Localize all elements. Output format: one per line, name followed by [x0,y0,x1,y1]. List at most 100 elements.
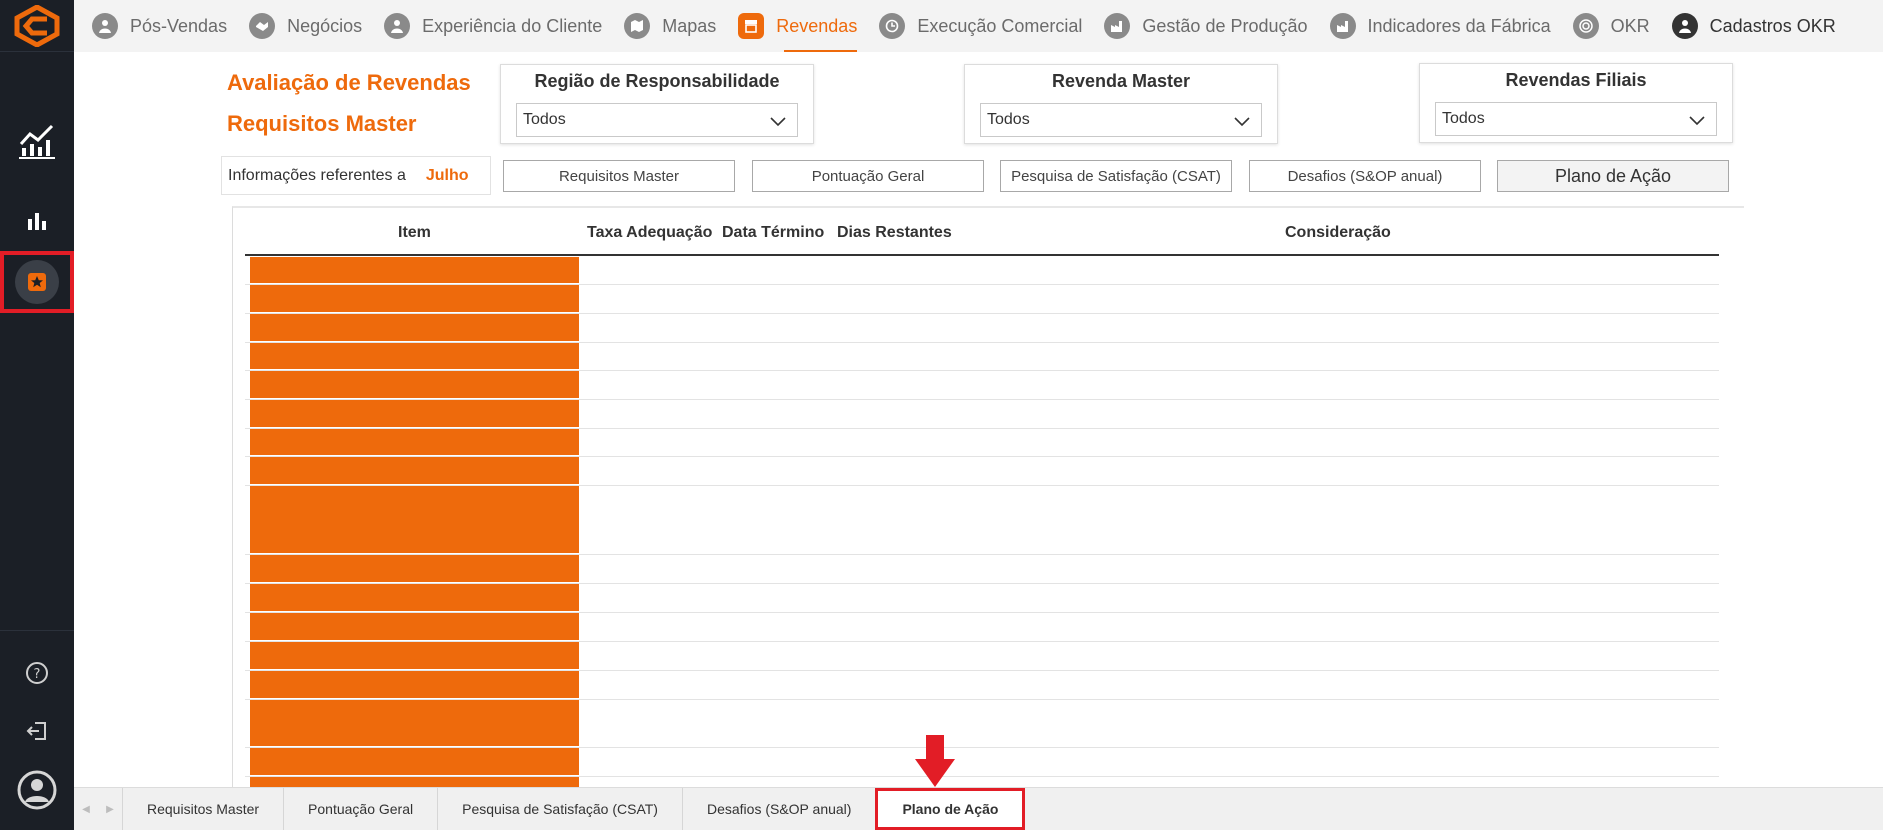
item-cell [250,285,579,313]
table-row[interactable] [245,613,1719,642]
tab-desafios[interactable]: Desafios (S&OP anual) [1249,160,1481,192]
item-cell [250,700,579,747]
map-icon [624,13,651,39]
filter-label: Região de Responsabilidade [534,71,780,91]
column-header-consideracao: Consideração [1285,224,1391,241]
table-row[interactable] [245,400,1719,429]
chevron-down-icon [770,117,786,127]
page-tab-requisitos-master[interactable]: Requisitos Master [122,788,283,830]
menu-execucao-comercial[interactable]: Execução Comercial [879,0,1082,52]
dropdown-value: Todos [987,111,1030,128]
user-avatar-icon[interactable] [0,768,74,812]
page-tab-pesquisa-satisfacao[interactable]: Pesquisa de Satisfação (CSAT) [437,788,682,830]
top-menu: Pós-Vendas Negócios Experiência do Clien… [74,0,1883,52]
item-cell [250,584,579,612]
column-header-data-termino: Data Término [722,224,825,241]
left-sidebar: ? [0,0,74,830]
table-row[interactable] [245,584,1719,613]
person-icon [384,13,411,39]
logout-icon[interactable] [0,716,74,746]
target-icon [1572,13,1599,39]
table-row[interactable] [245,257,1719,285]
info-month: Julho [425,166,469,184]
column-header-dias-restantes: Dias Restantes [837,224,952,241]
table-row[interactable] [245,555,1719,584]
filter-revendas-filiais: Revendas Filiais Todos [1419,63,1733,143]
table-row[interactable] [245,457,1719,486]
page-tab-pontuacao-geral[interactable]: Pontuação Geral [283,788,437,830]
page-title: Avaliação de Revendas [227,70,471,95]
menu-label: Gestão de Produção [1142,15,1308,36]
clock-icon [879,13,906,39]
filter-label: Revendas Filiais [1505,70,1647,90]
store-icon [738,13,765,39]
dropdown-value: Todos [1442,110,1485,127]
menu-gestao-producao[interactable]: Gestão de Produção [1104,0,1308,52]
user-icon [1671,13,1698,39]
tab-requisitos-master[interactable]: Requisitos Master [503,160,735,192]
menu-pos-vendas[interactable]: Pós-Vendas [92,0,227,52]
table-row[interactable] [245,748,1719,777]
person-icon [92,13,118,39]
table-row[interactable] [245,642,1719,671]
table-row[interactable] [245,700,1719,748]
menu-experiencia-cliente[interactable]: Experiência do Cliente [384,0,602,52]
menu-label: Cadastros OKR [1709,15,1836,36]
table-row[interactable] [245,777,1719,787]
filter-label: Revenda Master [1051,71,1191,91]
revenda-master-dropdown[interactable]: Todos [980,103,1262,137]
table-row[interactable] [245,285,1719,314]
factory-icon [1329,13,1356,39]
item-cell [250,400,579,428]
chevron-down-icon [1689,116,1705,126]
tab-pontuacao-geral[interactable]: Pontuação Geral [752,160,984,192]
info-reference-month: Informações referentes a Julho [221,156,491,195]
item-cell [250,314,579,342]
dropdown-value: Todos [523,111,566,128]
menu-revendas[interactable]: Revendas [738,0,858,52]
line-chart-icon[interactable] [0,115,74,165]
sidebar-item-revendas-active[interactable] [0,251,74,313]
menu-negocios[interactable]: Negócios [249,0,362,52]
item-cell [250,486,579,554]
page-subtitle: Requisitos Master [227,111,417,136]
table-row[interactable] [245,314,1719,343]
tab-plano-de-acao[interactable]: Plano de Ação [1497,160,1729,192]
table-row[interactable] [245,343,1719,371]
filter-revenda-master: Revenda Master Todos [964,64,1278,144]
table-row[interactable] [245,371,1719,400]
page-tab-desafios[interactable]: Desafios (S&OP anual) [681,788,875,830]
filter-regiao: Região de Responsabilidade Todos [500,64,814,144]
item-cell [250,642,579,670]
active-nav-circle [15,260,59,304]
chevron-left-icon[interactable]: ◀ [82,804,90,815]
page-tab-plano-de-acao[interactable]: Plano de Ação [875,788,1026,830]
menu-label: Experiência do Cliente [422,15,603,36]
app-logo-icon[interactable] [0,0,74,52]
regiao-dropdown[interactable]: Todos [516,103,798,137]
column-header-item: Item [398,224,431,241]
item-cell [250,257,579,284]
chevron-down-icon [1234,117,1250,127]
handshake-icon [249,13,276,39]
help-icon[interactable]: ? [0,658,74,688]
menu-okr[interactable]: OKR [1572,0,1650,52]
menu-cadastros-okr[interactable]: Cadastros OKR [1671,0,1836,52]
red-arrow-down-icon [915,735,955,787]
revendas-filiais-dropdown[interactable]: Todos [1435,102,1717,136]
tab-pesquisa-satisfacao[interactable]: Pesquisa de Satisfação (CSAT) [1000,160,1232,192]
item-cell [250,343,579,370]
table-row[interactable] [245,486,1719,555]
item-cell [250,371,579,399]
menu-mapas[interactable]: Mapas [624,0,716,52]
page-tabs-bar: ◀ ▶ Requisitos Master Pontuação Geral Pe… [74,787,1883,830]
menu-label: OKR [1610,15,1650,36]
item-cell [250,748,579,776]
table-row[interactable] [245,429,1719,457]
table-row[interactable] [245,671,1719,700]
bar-chart-icon[interactable] [0,205,74,235]
info-label: Informações referentes a [228,166,406,184]
item-cell [250,457,579,485]
menu-indicadores-fabrica[interactable]: Indicadores da Fábrica [1329,0,1551,52]
chevron-right-icon[interactable]: ▶ [106,804,114,815]
